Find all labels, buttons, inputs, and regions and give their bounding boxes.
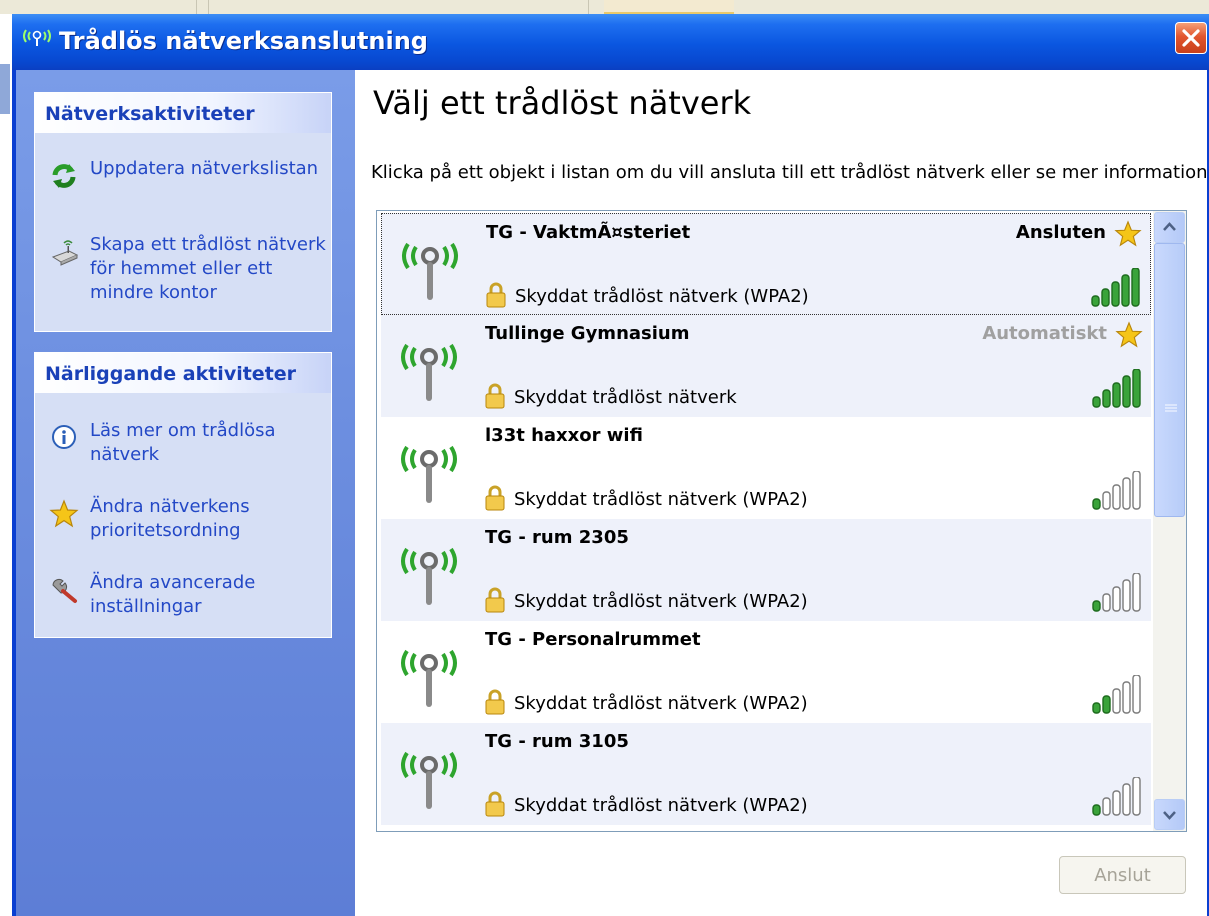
network-name: TG - VaktmÃ¤steriet (486, 222, 691, 243)
close-icon (1182, 29, 1200, 47)
network-status: Automatiskt (982, 323, 1107, 344)
background-window-strip (0, 0, 1209, 14)
page-description: Klicka på ett objekt i listan om du vill… (371, 162, 1209, 183)
network-row[interactable]: TG - rum 3105 Skyddat trådlöst nätverk (W… (381, 723, 1151, 825)
lock-icon (485, 587, 505, 613)
scroll-thumb[interactable] (1154, 243, 1185, 517)
chevron-down-icon (1163, 811, 1176, 820)
change-network-order-label: Ändra nätverkens prioritetsordning (90, 496, 250, 541)
signal-strength-icon (1092, 573, 1141, 612)
lock-icon (485, 383, 505, 409)
network-tasks-panel: Nätverksaktiviteter Uppdatera nätverksli… (34, 92, 332, 332)
wireless-setup-icon (51, 240, 79, 266)
setup-wireless-network-label: Skapa ett trådlöst nätverk för hemmet el… (90, 234, 326, 303)
network-tasks-header: Nätverksaktiviteter (35, 93, 331, 133)
signal-strength-icon (1092, 471, 1141, 510)
lock-icon (485, 485, 505, 511)
page-title: Välj ett trådlöst nätverk (373, 84, 752, 122)
info-icon (52, 425, 76, 449)
wireless-connection-window: Trådlös nätverksanslutning Nätverksaktiv… (12, 14, 1209, 916)
network-name: TG - rum 3105 (485, 731, 629, 752)
network-status: Ansluten (1015, 222, 1106, 243)
network-security: Skyddat trådlöst nätverk (WPA2) (514, 693, 808, 714)
network-list-scrollbar[interactable] (1153, 211, 1186, 831)
network-row[interactable]: Tullinge Gymnasium Automatiskt Skyddat trå… (381, 315, 1151, 417)
wireless-antenna-icon (402, 242, 458, 300)
preferred-network-star-icon (1115, 321, 1143, 348)
lock-icon (486, 282, 506, 308)
window-title: Trådlös nätverksanslutning (59, 27, 428, 55)
network-list[interactable]: TG - VaktmÃ¤steriet Ansluten Skyddat trådl… (376, 210, 1187, 832)
task-sidebar: Nätverksaktiviteter Uppdatera nätverksli… (16, 70, 355, 916)
network-security: Skyddat trådlöst nätverk (WPA2) (515, 286, 809, 307)
background-window-edge (0, 14, 12, 916)
network-name: Tullinge Gymnasium (485, 323, 690, 344)
signal-strength-icon (1092, 369, 1141, 408)
wireless-antenna-icon (401, 649, 457, 707)
signal-strength-icon (1092, 777, 1141, 816)
wireless-network-icon (23, 29, 51, 46)
lock-icon (485, 689, 505, 715)
related-tasks-panel: Närliggande aktiviteter Läs mer om trådl… (34, 352, 332, 638)
network-name: TG - Personalrummet (485, 629, 701, 650)
refresh-icon (52, 164, 76, 188)
wireless-antenna-icon (401, 343, 457, 401)
learn-wireless-label: Läs mer om trådlösa nätverk (90, 420, 276, 465)
related-tasks-header: Närliggande aktiviteter (35, 353, 331, 393)
wrench-icon (52, 578, 77, 603)
scroll-up-button[interactable] (1154, 212, 1185, 243)
signal-strength-icon (1092, 675, 1141, 714)
close-button[interactable] (1175, 22, 1207, 54)
network-security: Skyddat trådlöst nätverk (WPA2) (514, 795, 808, 816)
refresh-network-list-label: Uppdatera nätverkslistan (90, 158, 319, 179)
window-body: Nätverksaktiviteter Uppdatera nätverksli… (16, 70, 1209, 916)
scroll-grip-icon (1165, 404, 1177, 412)
network-security: Skyddat trådlöst nätverk (WPA2) (514, 591, 808, 612)
lock-icon (485, 791, 505, 817)
network-row[interactable]: TG - VaktmÃ¤steriet Ansluten Skyddat trådl… (381, 213, 1151, 315)
advanced-settings-label: Ändra avancerade inställningar (90, 572, 256, 617)
network-name: TG - rum 2305 (485, 527, 629, 548)
star-icon (49, 499, 79, 528)
connect-button[interactable]: Anslut (1059, 856, 1186, 894)
network-security: Skyddat trådlöst nätverk (514, 387, 737, 408)
wireless-antenna-icon (401, 751, 457, 809)
network-selection-pane: Välj ett trådlöst nätverk Klicka på ett … (355, 70, 1209, 916)
network-row[interactable]: TG - rum 2305 Skyddat trådlöst nätverk (W… (381, 519, 1151, 621)
chevron-up-icon (1163, 222, 1176, 231)
network-row[interactable]: TG - Personalrummet Skyddat trådlöst nätv… (381, 621, 1151, 723)
network-row[interactable]: l33t haxxor wifi Skyddat trådlöst nätverk… (381, 417, 1151, 519)
scroll-down-button[interactable] (1154, 799, 1185, 830)
wireless-antenna-icon (401, 445, 457, 503)
title-bar[interactable]: Trådlös nätverksanslutning (12, 14, 1209, 70)
network-name: l33t haxxor wifi (485, 425, 643, 446)
network-security: Skyddat trådlöst nätverk (WPA2) (514, 489, 808, 510)
signal-strength-icon (1091, 268, 1140, 307)
wireless-antenna-icon (401, 547, 457, 605)
preferred-network-star-icon (1114, 220, 1142, 247)
